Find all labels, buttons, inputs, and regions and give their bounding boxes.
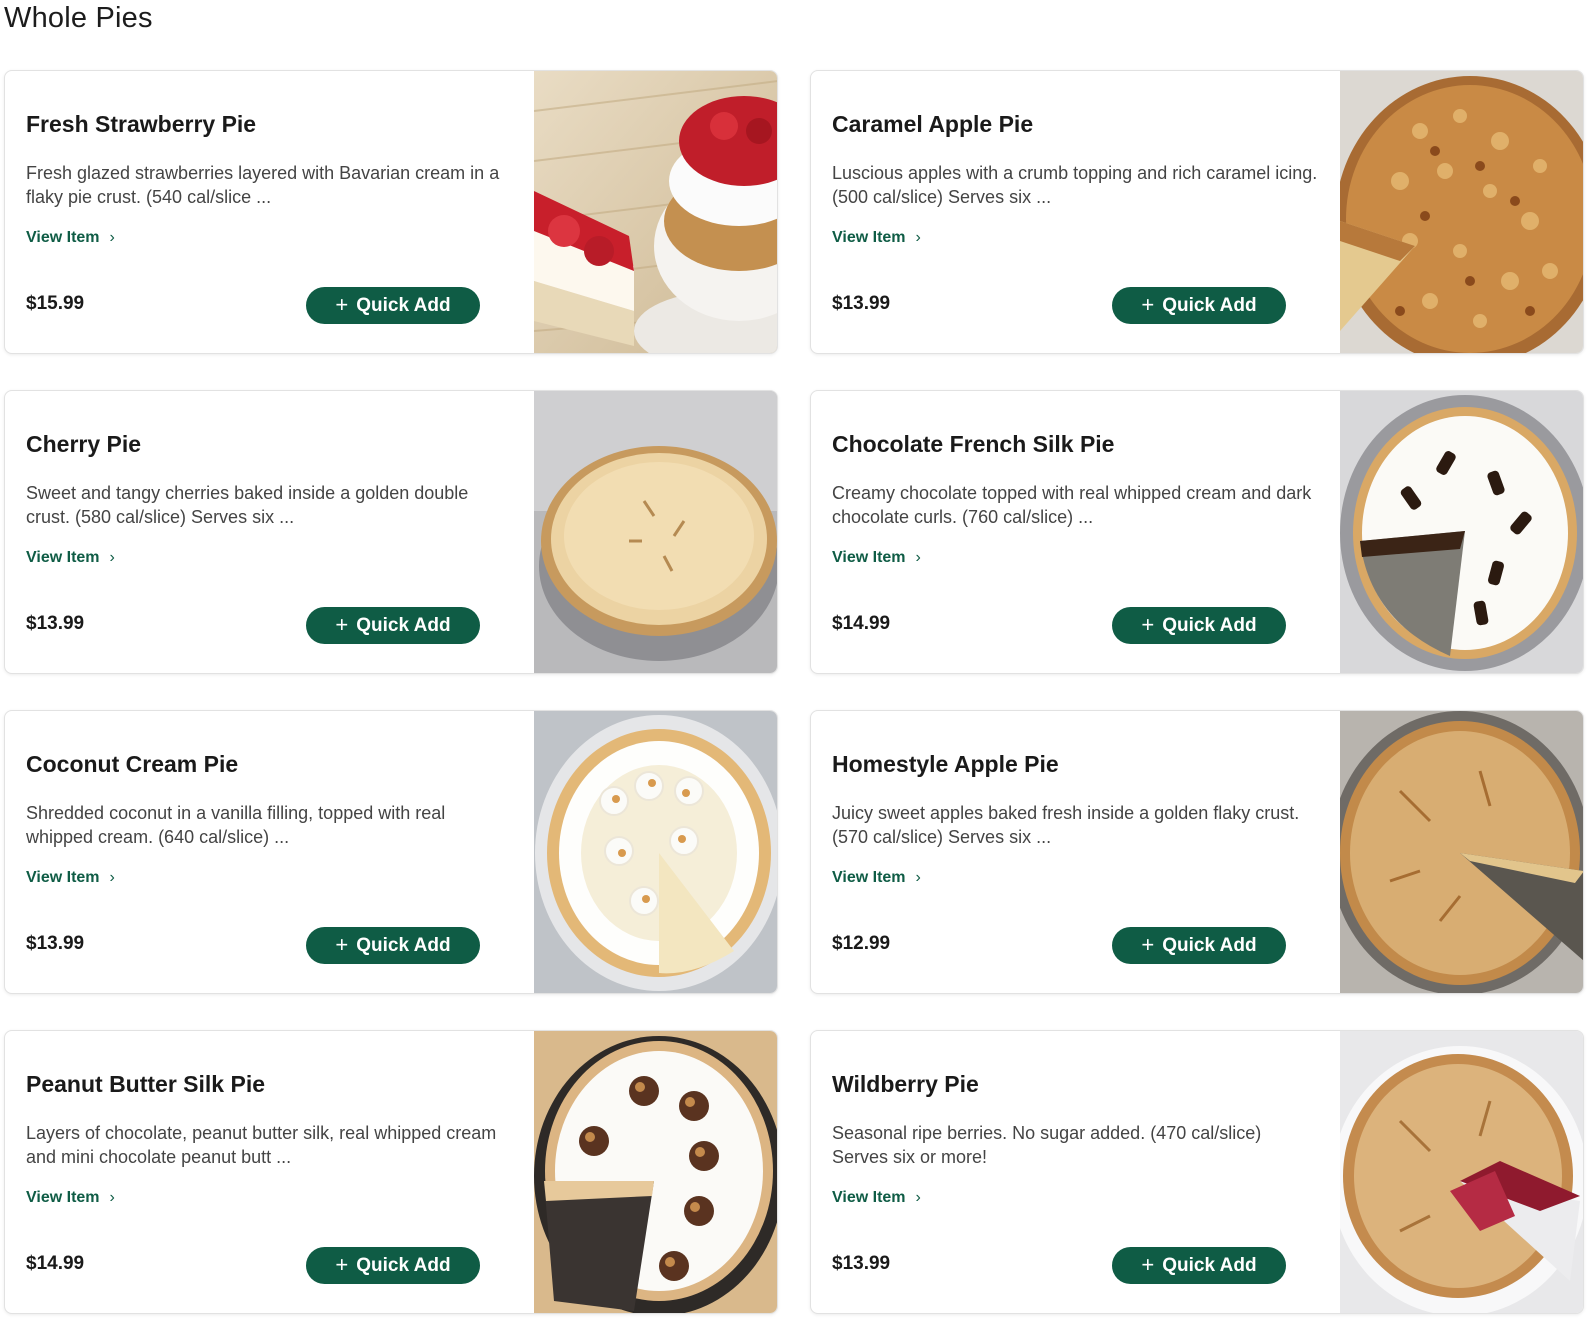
product-card: Coconut Cream Pie Shredded coconut in a …: [4, 710, 778, 994]
product-name: Wildberry Pie: [832, 1071, 979, 1097]
chevron-right-icon: ›: [109, 549, 115, 566]
chevron-right-icon: ›: [915, 549, 921, 566]
product-name: Coconut Cream Pie: [26, 751, 239, 777]
product-name: Homestyle Apple Pie: [832, 751, 1059, 777]
product-description: Seasonal ripe berries. No sugar added. (…: [832, 1123, 1262, 1167]
quick-add-button[interactable]: + Quick Add: [306, 607, 480, 644]
product-description: Luscious apples with a crumb topping and…: [832, 163, 1318, 207]
section-title: Whole Pies: [4, 2, 153, 34]
product-name: Cherry Pie: [26, 431, 142, 457]
product-card: Caramel Apple Pie Luscious apples with a…: [810, 70, 1584, 354]
view-item-label: View Item: [26, 229, 100, 246]
quick-add-label: Quick Add: [1162, 614, 1257, 636]
wildberry-pie-image[interactable]: [1339, 1031, 1583, 1313]
quick-add-button[interactable]: + Quick Add: [1112, 287, 1286, 324]
homestyle-apple-pie-image[interactable]: [1339, 711, 1583, 993]
product-name: Fresh Strawberry Pie: [26, 111, 257, 137]
coconut-cream-pie-image[interactable]: [533, 711, 777, 993]
product-price: $15.99: [26, 293, 85, 314]
quick-add-label: Quick Add: [1162, 1254, 1257, 1276]
plus-icon: +: [1141, 611, 1155, 637]
product-price: $13.99: [26, 933, 85, 954]
chevron-right-icon: ›: [109, 869, 115, 886]
product-price: $13.99: [832, 1253, 891, 1274]
view-item-link[interactable]: View Item ›: [832, 549, 921, 567]
product-description: Fresh glazed strawberries layered with B…: [26, 163, 500, 207]
product-description: Sweet and tangy cherries baked inside a …: [26, 483, 469, 527]
product-name: Chocolate French Silk Pie: [832, 431, 1115, 457]
plus-icon: +: [1141, 1251, 1155, 1277]
strawberry-pie-slice-image[interactable]: [533, 71, 777, 353]
quick-add-label: Quick Add: [356, 614, 451, 636]
quick-add-label: Quick Add: [356, 934, 451, 956]
plus-icon: +: [1141, 931, 1155, 957]
plus-icon: +: [335, 291, 349, 317]
chevron-right-icon: ›: [915, 1189, 921, 1206]
product-card: Fresh Strawberry Pie Fresh glazed strawb…: [4, 70, 778, 354]
caramel-apple-pie-image[interactable]: [1339, 71, 1583, 353]
product-card-body: Peanut Butter Silk Pie Layers of chocola…: [5, 1031, 534, 1313]
view-item-label: View Item: [832, 229, 906, 246]
plus-icon: +: [335, 1251, 349, 1277]
view-item-label: View Item: [26, 869, 100, 886]
quick-add-button[interactable]: + Quick Add: [306, 927, 480, 964]
product-card: Cherry Pie Sweet and tangy cherries bake…: [4, 390, 778, 674]
product-price: $13.99: [26, 613, 85, 634]
view-item-link[interactable]: View Item ›: [26, 869, 115, 887]
product-card-body: Coconut Cream Pie Shredded coconut in a …: [5, 711, 534, 993]
chevron-right-icon: ›: [915, 869, 921, 886]
view-item-link[interactable]: View Item ›: [832, 229, 921, 247]
product-card: Peanut Butter Silk Pie Layers of chocola…: [4, 1030, 778, 1314]
quick-add-button[interactable]: + Quick Add: [1112, 927, 1286, 964]
product-description: Shredded coconut in a vanilla filling, t…: [26, 803, 446, 847]
quick-add-label: Quick Add: [1162, 934, 1257, 956]
view-item-label: View Item: [26, 1189, 100, 1206]
quick-add-button[interactable]: + Quick Add: [306, 287, 480, 324]
product-grid: Fresh Strawberry Pie Fresh glazed strawb…: [4, 70, 1584, 1314]
view-item-link[interactable]: View Item ›: [26, 549, 115, 567]
view-item-link[interactable]: View Item ›: [26, 229, 115, 247]
product-price: $13.99: [832, 293, 891, 314]
cherry-pie-image[interactable]: [533, 391, 777, 673]
product-card: Wildberry Pie Seasonal ripe berries. No …: [810, 1030, 1584, 1314]
product-description: Layers of chocolate, peanut butter silk,…: [26, 1123, 497, 1167]
quick-add-label: Quick Add: [356, 1254, 451, 1276]
quick-add-button[interactable]: + Quick Add: [1112, 1247, 1286, 1284]
quick-add-label: Quick Add: [356, 294, 451, 316]
view-item-label: View Item: [832, 549, 906, 566]
product-card: Homestyle Apple Pie Juicy sweet apples b…: [810, 710, 1584, 994]
quick-add-label: Quick Add: [1162, 294, 1257, 316]
view-item-label: View Item: [832, 1189, 906, 1206]
product-description: Creamy chocolate topped with real whippe…: [832, 483, 1312, 527]
chocolate-french-silk-pie-image[interactable]: [1339, 391, 1583, 673]
view-item-link[interactable]: View Item ›: [832, 1189, 921, 1207]
quick-add-button[interactable]: + Quick Add: [1112, 607, 1286, 644]
plus-icon: +: [335, 611, 349, 637]
product-name: Peanut Butter Silk Pie: [26, 1071, 266, 1097]
product-price: $14.99: [832, 613, 891, 634]
product-price: $12.99: [832, 933, 891, 954]
product-card-body: Homestyle Apple Pie Juicy sweet apples b…: [811, 711, 1340, 993]
plus-icon: +: [335, 931, 349, 957]
plus-icon: +: [1141, 291, 1155, 317]
product-price: $14.99: [26, 1253, 85, 1274]
product-card: Chocolate French Silk Pie Creamy chocola…: [810, 390, 1584, 674]
chevron-right-icon: ›: [109, 1189, 115, 1206]
peanut-butter-silk-pie-image[interactable]: [533, 1031, 777, 1313]
view-item-link[interactable]: View Item ›: [832, 869, 921, 887]
product-card-body: Chocolate French Silk Pie Creamy chocola…: [811, 391, 1340, 673]
chevron-right-icon: ›: [109, 229, 115, 246]
menu-page: Whole Pies Fresh Strawberry Pie Fresh gl…: [0, 0, 1588, 1320]
product-card-body: Caramel Apple Pie Luscious apples with a…: [811, 71, 1340, 353]
product-card-body: Wildberry Pie Seasonal ripe berries. No …: [811, 1031, 1340, 1313]
chevron-right-icon: ›: [915, 229, 921, 246]
view-item-link[interactable]: View Item ›: [26, 1189, 115, 1207]
product-name: Caramel Apple Pie: [832, 111, 1034, 137]
product-card-body: Fresh Strawberry Pie Fresh glazed strawb…: [5, 71, 534, 353]
view-item-label: View Item: [26, 549, 100, 566]
quick-add-button[interactable]: + Quick Add: [306, 1247, 480, 1284]
view-item-label: View Item: [832, 869, 906, 886]
product-description: Juicy sweet apples baked fresh inside a …: [832, 803, 1300, 847]
product-card-body: Cherry Pie Sweet and tangy cherries bake…: [5, 391, 534, 673]
